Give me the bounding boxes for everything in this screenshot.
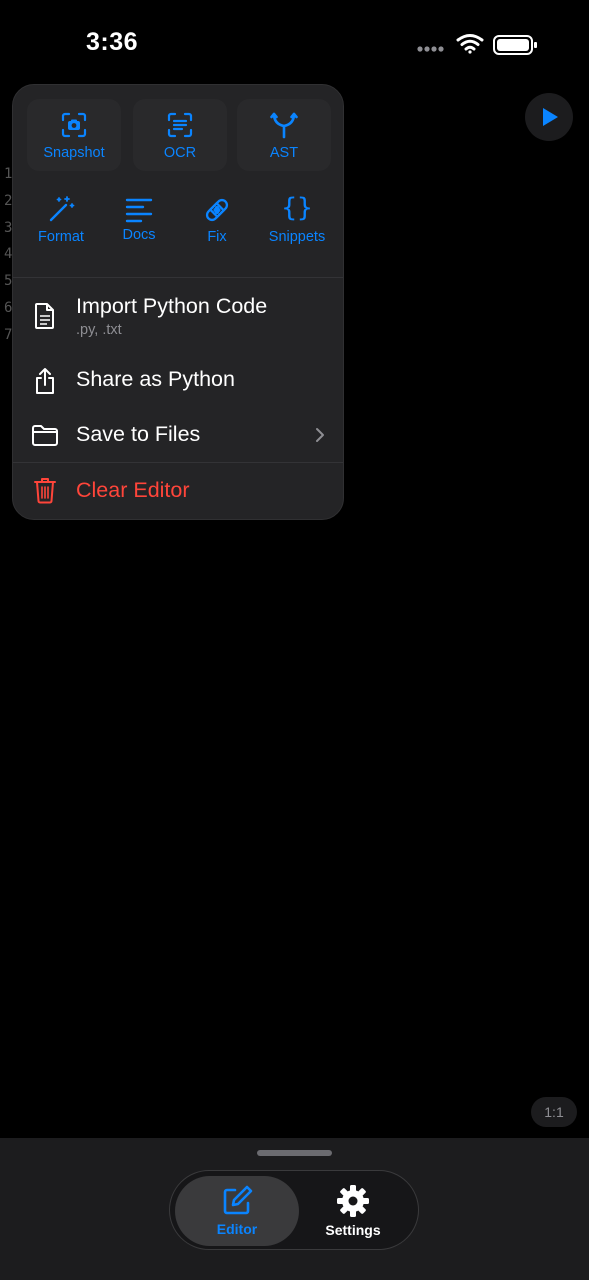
tab-settings-label: Settings (325, 1222, 381, 1238)
document-icon (35, 303, 54, 329)
chevron-right-icon (316, 428, 324, 442)
run-button[interactable] (525, 93, 573, 141)
status-bar: 3:36 (0, 0, 589, 80)
branch-icon (270, 112, 298, 139)
fix-label: Fix (207, 229, 227, 245)
tab-editor-label: Editor (216, 1221, 258, 1237)
tab-switcher: Editor Settings (169, 1170, 419, 1250)
clear-label: Clear Editor (76, 478, 190, 502)
import-python-code-item[interactable]: Import Python Code .py, .txt (13, 278, 343, 350)
docs-button[interactable]: Docs (101, 195, 177, 243)
snippets-button[interactable]: {} Snippets (257, 193, 337, 245)
format-label: Format (38, 229, 84, 245)
tab-bar: Editor Settings (0, 1138, 589, 1280)
share-icon (36, 368, 54, 394)
wifi-icon (456, 34, 484, 54)
grabber-handle[interactable] (257, 1150, 332, 1156)
square-pencil-icon (223, 1185, 253, 1215)
text-viewfinder-icon (167, 112, 193, 138)
import-sublabel: .py, .txt (76, 322, 122, 338)
ast-label: AST (269, 145, 299, 161)
cellular-signal-icon (417, 46, 444, 52)
snippets-label: Snippets (268, 229, 326, 245)
bandage-icon (205, 198, 229, 222)
import-label: Import Python Code (76, 294, 268, 318)
share-as-python-item[interactable]: Share as Python (13, 353, 343, 407)
tab-editor[interactable]: Editor (175, 1176, 299, 1246)
save-to-files-item[interactable]: Save to Files (13, 408, 343, 462)
status-icons (416, 32, 538, 56)
tab-settings[interactable]: Settings (298, 1176, 408, 1246)
editor-actions-menu: Snapshot OCR AST Format Docs Fix {} Snip… (12, 84, 344, 520)
cursor-position-badge: 1:1 (531, 1097, 577, 1127)
gear-icon (337, 1185, 369, 1217)
camera-viewfinder-icon (61, 112, 87, 138)
docs-label: Docs (122, 227, 156, 243)
trash-icon (34, 478, 56, 504)
snapshot-button[interactable]: Snapshot (27, 99, 121, 171)
play-icon (543, 108, 558, 126)
folder-icon (32, 425, 58, 446)
curly-braces-icon: {} (281, 193, 313, 223)
battery-icon (493, 35, 537, 55)
ocr-label: OCR (163, 145, 197, 161)
status-time: 3:36 (86, 28, 139, 56)
clear-editor-item[interactable]: Clear Editor (13, 463, 343, 519)
ocr-button[interactable]: OCR (133, 99, 227, 171)
magic-wand-icon (49, 196, 75, 222)
snapshot-label: Snapshot (43, 145, 105, 161)
text-align-left-icon (125, 198, 153, 223)
fix-button[interactable]: Fix (179, 195, 255, 245)
format-button[interactable]: Format (23, 195, 99, 245)
share-label: Share as Python (76, 367, 235, 391)
save-label: Save to Files (76, 422, 201, 446)
ast-button[interactable]: AST (237, 99, 331, 171)
